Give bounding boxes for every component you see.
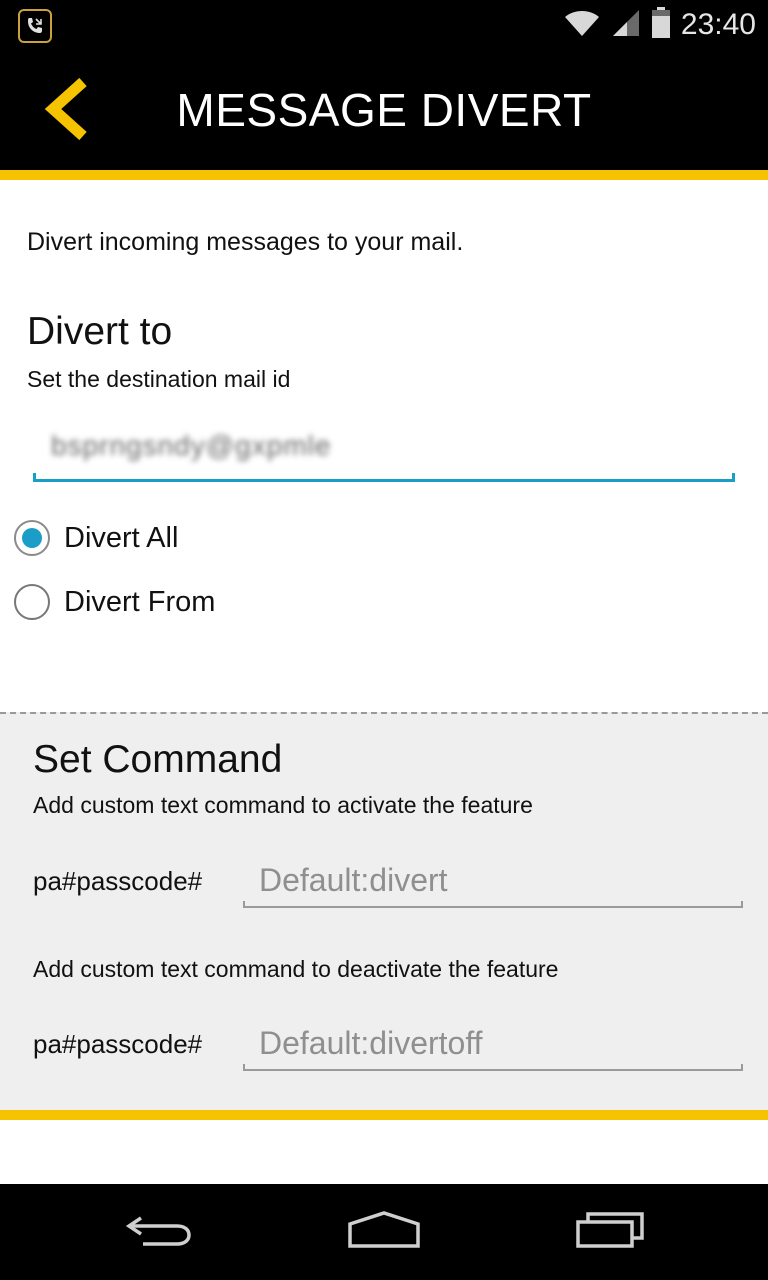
back-icon [125, 1210, 195, 1255]
battery-icon [651, 6, 671, 44]
deactivate-command-description: Add custom text command to deactivate th… [33, 956, 559, 982]
nav-recent-apps-button[interactable] [565, 1202, 655, 1262]
action-bar: MESSAGE DIVERT [0, 50, 768, 170]
activate-command-prefix: pa#passcode# [33, 866, 203, 896]
status-icons: 23:40 [563, 0, 756, 50]
divert-to-heading: Divert to [27, 310, 173, 353]
nav-home-button[interactable] [339, 1202, 429, 1262]
set-command-heading: Set Command [33, 738, 283, 781]
footer-accent-divider [0, 1110, 768, 1120]
intro-text: Divert incoming messages to your mail. [27, 228, 464, 256]
deactivate-command-input[interactable] [259, 1023, 729, 1063]
deactivate-command-field[interactable] [243, 1019, 743, 1071]
phone-app-icon [18, 9, 52, 43]
radio-divert-from-label: Divert From [64, 585, 216, 618]
header-accent-divider [0, 170, 768, 180]
status-clock: 23:40 [680, 8, 756, 41]
activate-command-input[interactable] [259, 860, 729, 900]
divert-to-subheading: Set the destination mail id [27, 366, 291, 392]
nav-back-button[interactable] [115, 1202, 205, 1262]
deactivate-command-prefix: pa#passcode# [33, 1029, 203, 1059]
activate-command-description: Add custom text command to activate the … [33, 792, 533, 818]
signal-icon [611, 8, 641, 43]
radio-divert-all-label: Divert All [64, 521, 179, 554]
back-button[interactable] [30, 76, 100, 146]
wifi-icon [563, 8, 601, 43]
radio-divert-from[interactable]: Divert From [14, 584, 215, 620]
activate-command-field[interactable] [243, 856, 743, 908]
chevron-left-icon [43, 77, 87, 145]
set-command-section: Set Command Add custom text command to a… [0, 712, 768, 1110]
page-title: MESSAGE DIVERT [176, 84, 592, 136]
radio-button-unchecked[interactable] [14, 584, 50, 620]
recent-apps-icon [574, 1210, 646, 1255]
status-bar: 23:40 [0, 0, 768, 50]
destination-mail-value: bsprngsndy@gxpmle [51, 430, 332, 461]
home-icon [346, 1210, 422, 1255]
system-nav-bar [0, 1184, 768, 1280]
radio-button-checked[interactable] [14, 520, 50, 556]
destination-mail-field[interactable]: bsprngsndy@gxpmle [33, 420, 735, 482]
radio-divert-all[interactable]: Divert All [14, 520, 178, 556]
